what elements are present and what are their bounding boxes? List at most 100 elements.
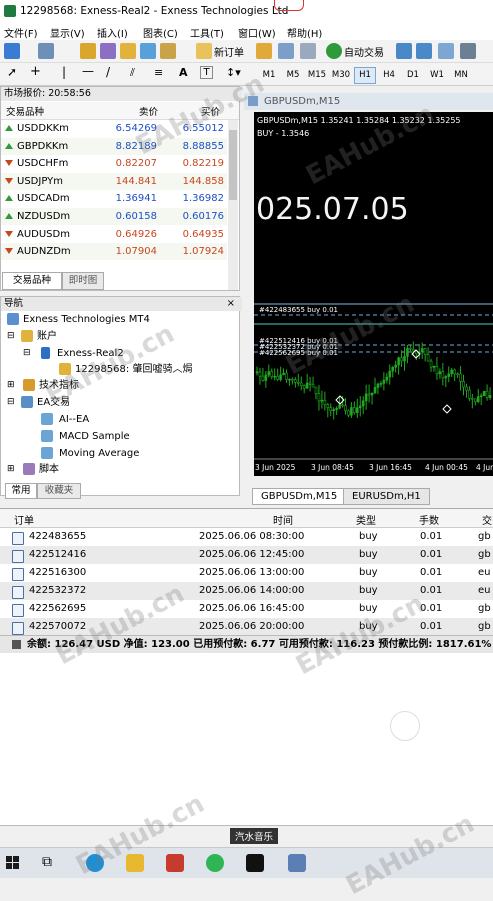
col-lots[interactable]: 手数 xyxy=(419,512,439,527)
market-watch-icon[interactable] xyxy=(80,43,96,59)
collapse-icon[interactable]: ⊟ xyxy=(7,329,15,344)
tf-h4[interactable]: H4 xyxy=(378,67,400,84)
music-app-icon[interactable] xyxy=(246,854,264,872)
text-label-icon[interactable]: T xyxy=(200,66,213,79)
order-row[interactable]: 422483655 2025.06.06 08:30:00 buy 0.01 gb xyxy=(0,528,493,546)
market-watch-row[interactable]: USDDKKm 6.54269 6.55012 xyxy=(1,120,227,137)
market-watch-row[interactable]: NZDUSDm 0.60158 0.60176 xyxy=(1,208,227,225)
nav-account[interactable]: 12298568: 肇回嘘骑︿焗 xyxy=(75,362,192,377)
nav-scripts[interactable]: 脚本 xyxy=(39,462,59,477)
tab-favorites[interactable]: 收藏夹 xyxy=(37,483,81,499)
new-order-button[interactable]: 新订单 xyxy=(214,44,244,59)
order-row[interactable]: 422570072 2025.06.06 20:00:00 buy 0.01 gb xyxy=(0,618,493,636)
order-row[interactable]: 422562695 2025.06.06 16:45:00 buy 0.01 gb xyxy=(0,600,493,618)
terminal-icon[interactable] xyxy=(140,43,156,59)
chart-tab-gbpusd[interactable]: GBPUSDm,M15 xyxy=(252,488,347,505)
tf-m15[interactable]: M15 xyxy=(306,67,328,84)
chart-shift-icon[interactable] xyxy=(460,43,476,59)
windows-start-icon[interactable] xyxy=(4,854,22,872)
metaeditor-icon[interactable] xyxy=(256,43,272,59)
profiles-icon[interactable] xyxy=(38,43,54,59)
menu-chart[interactable]: 图表(C) xyxy=(143,25,178,40)
menu-insert[interactable]: 插入(I) xyxy=(97,25,128,40)
expand-icon[interactable]: ⊞ xyxy=(7,378,15,393)
tab-common[interactable]: 常用 xyxy=(5,483,37,499)
menu-window[interactable]: 窗口(W) xyxy=(238,25,276,40)
text-tool-icon[interactable]: A xyxy=(179,66,188,79)
auto-trading-button[interactable]: 自动交易 xyxy=(344,44,384,59)
col-type[interactable]: 类型 xyxy=(356,512,376,527)
col-time[interactable]: 时间 xyxy=(273,512,293,527)
new-order-icon[interactable] xyxy=(196,43,212,59)
market-watch-scrollbar[interactable] xyxy=(228,120,238,290)
chart-tab-eurusd[interactable]: EURUSDm,H1 xyxy=(343,488,430,505)
nav-server[interactable]: Exness-Real2 xyxy=(57,346,124,361)
floating-button-icon[interactable] xyxy=(390,711,420,741)
menu-tools[interactable]: 工具(T) xyxy=(190,25,224,40)
nav-ea-item[interactable]: AI--EA xyxy=(59,412,89,427)
edge-icon[interactable] xyxy=(86,854,104,872)
navigator-root[interactable]: Exness Technologies MT4 xyxy=(23,312,150,327)
zoom-out-icon[interactable] xyxy=(416,43,432,59)
tab-symbols[interactable]: 交易品种 xyxy=(2,272,62,290)
order-row[interactable]: 422516300 2025.06.06 13:00:00 buy 0.01 eu xyxy=(0,564,493,582)
file-explorer-icon[interactable] xyxy=(126,854,144,872)
tile-windows-icon[interactable] xyxy=(438,43,454,59)
tf-m30[interactable]: M30 xyxy=(330,67,352,84)
vertical-line-icon[interactable]: | xyxy=(62,65,66,79)
tf-m1[interactable]: M1 xyxy=(258,67,280,84)
nav-ea[interactable]: EA交易 xyxy=(37,395,70,410)
arrows-icon[interactable]: ↕▾ xyxy=(226,66,241,79)
nav-ea-item[interactable]: Moving Average xyxy=(59,446,139,461)
nav-indicators[interactable]: 技术指标 xyxy=(39,378,79,393)
red-app-icon[interactable] xyxy=(166,854,184,872)
market-watch-row[interactable]: USDCHFm 0.82207 0.82219 xyxy=(1,155,227,172)
zoom-in-icon[interactable] xyxy=(396,43,412,59)
market-watch-row[interactable]: USDCADm 1.36941 1.36982 xyxy=(1,190,227,207)
col-symbol[interactable]: 交易品种 xyxy=(6,104,44,118)
new-chart-icon[interactable] xyxy=(4,43,20,59)
col-ask[interactable]: 买价 xyxy=(201,104,220,118)
cursor-icon[interactable]: ➚ xyxy=(7,65,17,79)
trendline-icon[interactable]: / xyxy=(106,65,110,79)
menu-view[interactable]: 显示(V) xyxy=(50,25,85,40)
expand-icon[interactable]: ⊞ xyxy=(7,462,15,477)
tf-d1[interactable]: D1 xyxy=(402,67,424,84)
crosshair-icon[interactable]: + xyxy=(30,64,41,79)
market-watch-row[interactable]: AUDNZDm 1.07904 1.07924 xyxy=(1,243,227,261)
collapse-icon[interactable]: ⊟ xyxy=(7,395,15,410)
market-icon[interactable] xyxy=(300,43,316,59)
market-watch-row[interactable]: AUDUSDm 0.64926 0.64935 xyxy=(1,226,227,243)
close-icon[interactable]: × xyxy=(227,298,235,309)
collapse-icon[interactable]: ⊟ xyxy=(23,346,31,361)
tf-mn[interactable]: MN xyxy=(450,67,472,84)
market-watch-row[interactable]: USDJPYm 144.841 144.858 xyxy=(1,172,227,190)
order-row[interactable]: 422532372 2025.06.06 14:00:00 buy 0.01 eu xyxy=(0,582,493,600)
col-bid[interactable]: 卖价 xyxy=(139,104,158,118)
navigator-icon[interactable] xyxy=(120,43,136,59)
fibonacci-icon[interactable]: ≡ xyxy=(154,66,163,79)
order-row[interactable]: 422512416 2025.06.06 12:45:00 buy 0.01 gb xyxy=(0,546,493,564)
tab-tick-chart[interactable]: 即时图 xyxy=(62,272,104,290)
channel-icon[interactable]: ⫽ xyxy=(130,66,135,80)
price-chart[interactable]: GBPUSDm,M15 1.35241 1.35284 1.35232 1.35… xyxy=(254,112,493,476)
col-ticket[interactable]: 订单 xyxy=(14,512,34,527)
col-symbol[interactable]: 交 xyxy=(482,512,492,527)
tf-h1[interactable]: H1 xyxy=(354,67,376,84)
tf-m5[interactable]: M5 xyxy=(282,67,304,84)
tf-w1[interactable]: W1 xyxy=(426,67,448,84)
nav-accounts[interactable]: 账户 xyxy=(37,329,57,344)
nav-ea-item[interactable]: MACD Sample xyxy=(59,429,130,444)
menu-file[interactable]: 文件(F) xyxy=(4,25,38,40)
data-window-icon[interactable] xyxy=(100,43,116,59)
task-view-icon[interactable]: ⧉ xyxy=(42,854,60,872)
mt4-taskbar-icon[interactable] xyxy=(288,854,306,872)
auto-trading-icon[interactable] xyxy=(326,43,342,59)
horizontal-line-icon[interactable]: — xyxy=(82,64,94,78)
market-watch-row[interactable]: GBPDKKm 8.82189 8.88855 xyxy=(1,137,227,155)
signals-icon[interactable] xyxy=(278,43,294,59)
wechat-icon[interactable] xyxy=(206,854,224,872)
menu-help[interactable]: 帮助(H) xyxy=(287,25,322,40)
strategy-tester-icon[interactable] xyxy=(160,43,176,59)
scrollbar-thumb[interactable] xyxy=(229,130,237,200)
